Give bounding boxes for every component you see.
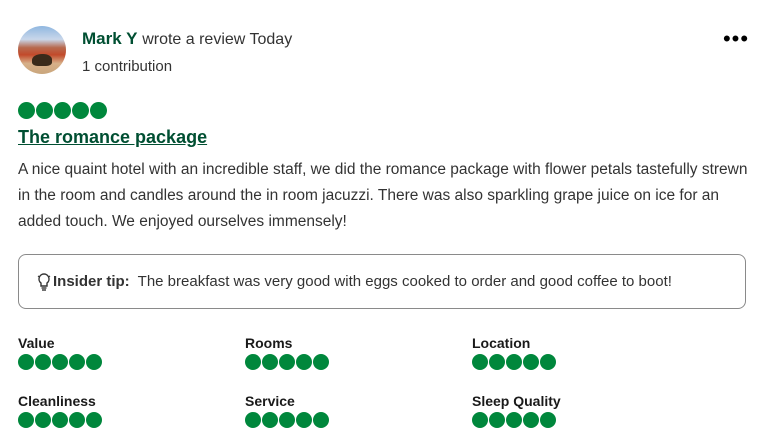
bison-silhouette — [32, 54, 52, 66]
rating-bubble — [296, 412, 312, 428]
rating-bubble — [52, 354, 68, 370]
subrating-label: Location — [472, 335, 531, 351]
rating-bubble — [489, 412, 505, 428]
contribution-count: 1 contribution — [82, 58, 173, 75]
subrating-label: Cleanliness — [18, 393, 96, 409]
rating-bubble — [262, 354, 278, 370]
overall-rating-bubbles — [18, 102, 107, 119]
rating-bubble — [472, 412, 488, 428]
rating-bubble — [18, 412, 34, 428]
subrating-bubbles — [245, 354, 329, 370]
rating-bubble — [36, 102, 53, 119]
subrating-bubbles — [18, 412, 102, 428]
rating-bubble — [262, 412, 278, 428]
subrating-bubbles — [245, 412, 329, 428]
rating-bubble — [90, 102, 107, 119]
subrating-bubbles — [18, 354, 102, 370]
subrating-sleep-quality: Sleep Quality — [472, 393, 561, 428]
subrating-rooms: Rooms — [245, 335, 329, 370]
subrating-bubbles — [472, 354, 556, 370]
subrating-label: Rooms — [245, 335, 293, 351]
rating-bubble — [279, 412, 295, 428]
subrating-label: Service — [245, 393, 295, 409]
rating-bubble — [18, 102, 35, 119]
subrating-value: Value — [18, 335, 102, 370]
rating-bubble — [523, 412, 539, 428]
rating-bubble — [540, 354, 556, 370]
rating-bubble — [54, 102, 71, 119]
subrating-cleanliness: Cleanliness — [18, 393, 102, 428]
rating-bubble — [523, 354, 539, 370]
rating-bubble — [35, 354, 51, 370]
rating-bubble — [472, 354, 488, 370]
subrating-location: Location — [472, 335, 556, 370]
rating-bubble — [296, 354, 312, 370]
review-header: Mark Y wrote a review Today — [82, 29, 292, 49]
insider-tip-label: Insider tip: — [53, 273, 130, 290]
rating-bubble — [52, 412, 68, 428]
review-title[interactable]: The romance package — [18, 127, 207, 148]
review-body: A nice quaint hotel with an incredible s… — [18, 161, 748, 230]
subrating-label: Value — [18, 335, 55, 351]
subrating-bubbles — [472, 412, 561, 428]
lightbulb-icon — [37, 272, 51, 291]
insider-tip: Insider tip: The breakfast was very good… — [18, 254, 746, 309]
rating-bubble — [18, 354, 34, 370]
rating-bubble — [35, 412, 51, 428]
rating-bubble — [69, 412, 85, 428]
rating-bubble — [313, 354, 329, 370]
rating-bubble — [506, 412, 522, 428]
rating-bubble — [69, 354, 85, 370]
rating-bubble — [313, 412, 329, 428]
rating-bubble — [489, 354, 505, 370]
more-options-icon[interactable]: ••• — [723, 26, 748, 51]
subrating-label: Sleep Quality — [472, 393, 561, 409]
rating-bubble — [279, 354, 295, 370]
avatar[interactable] — [18, 26, 66, 74]
rating-bubble — [245, 412, 261, 428]
rating-bubble — [72, 102, 89, 119]
rating-bubble — [245, 354, 261, 370]
review-action: wrote a review Today — [142, 31, 293, 48]
rating-bubble — [506, 354, 522, 370]
rating-bubble — [540, 412, 556, 428]
author-name[interactable]: Mark Y — [82, 29, 137, 48]
insider-tip-text: The breakfast was very good with eggs co… — [137, 273, 672, 290]
rating-bubble — [86, 354, 102, 370]
rating-bubble — [86, 412, 102, 428]
subrating-service: Service — [245, 393, 329, 428]
